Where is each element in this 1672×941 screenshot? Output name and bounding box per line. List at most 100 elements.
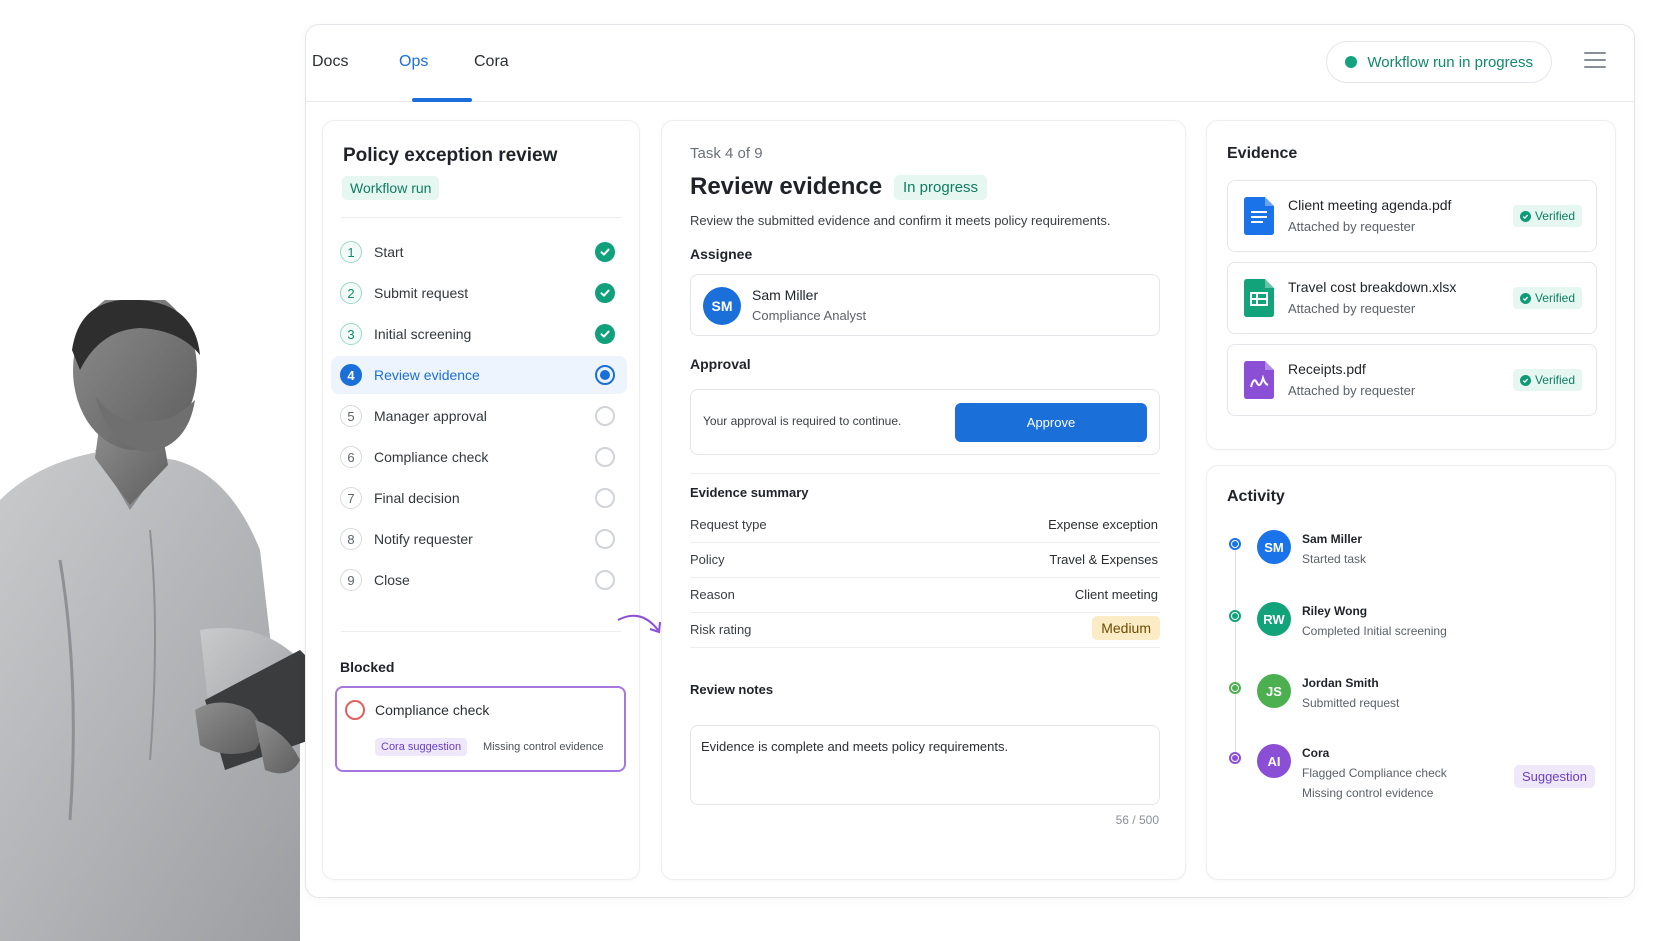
pending-step-icon — [595, 488, 615, 508]
summary-row: Reason Client meeting — [690, 577, 1160, 613]
check-icon — [595, 283, 615, 303]
step-label: Initial screening — [374, 326, 472, 342]
workflow-title: Policy exception review — [343, 145, 558, 166]
step-label: Final decision — [374, 490, 460, 506]
cora-suggestion-tag: Cora suggestion — [375, 738, 468, 756]
step-number: 8 — [340, 528, 362, 550]
workflow-run-badge: Workflow run — [342, 176, 440, 200]
approval-card: Your approval is required to continue. A… — [690, 389, 1160, 455]
top-bar: Docs Ops Cora Workflow run in progress — [306, 25, 1634, 102]
check-icon — [595, 324, 615, 344]
verified-badge: Verified — [1512, 369, 1582, 391]
evidence-title: Evidence — [1227, 145, 1298, 162]
step-label: Close — [374, 572, 410, 588]
review-notes-label: Review notes — [690, 682, 774, 697]
assignee-card[interactable]: SM Sam Miller Compliance Analyst — [690, 274, 1160, 336]
blocked-item-label: Compliance check — [375, 702, 490, 718]
blocked-reason: Missing control evidence — [483, 741, 604, 753]
step-label: Manager approval — [374, 408, 487, 424]
divider — [341, 217, 621, 218]
workflow-step[interactable]: 4 Review evidence — [331, 356, 627, 394]
workflow-step[interactable]: 2 Submit request — [331, 274, 627, 312]
assignee-label: Assignee — [690, 246, 753, 262]
avatar: SM — [1257, 530, 1291, 564]
status-dot-icon — [1345, 56, 1358, 68]
timeline-dot-icon — [1229, 538, 1241, 550]
summary-key: Reason — [690, 587, 735, 602]
workflow-step[interactable]: 3 Initial screening — [331, 315, 627, 353]
file-attached-by: Attached by requester — [1288, 219, 1416, 234]
file-name: Travel cost breakdown.xlsx — [1288, 279, 1457, 295]
verified-check-icon — [1519, 292, 1531, 304]
summary-key: Request type — [690, 517, 767, 532]
check-icon — [595, 242, 615, 262]
pending-step-icon — [595, 406, 615, 426]
activity-panel: Activity SM Sam Miller Started task RW Riley… — [1206, 465, 1616, 880]
approval-text: Your approval is required to continue. — [703, 414, 902, 428]
summary-key: Policy — [690, 552, 725, 567]
file-attached-by: Attached by requester — [1288, 383, 1416, 398]
evidence-file[interactable]: Travel cost breakdown.xlsx Attached by re… — [1227, 262, 1597, 334]
timeline-dot-icon — [1229, 752, 1241, 764]
workflow-step[interactable]: 1 Start — [331, 233, 627, 271]
blocked-status-icon — [345, 700, 365, 720]
step-number: 5 — [340, 405, 362, 427]
tab-cora[interactable]: Cora — [474, 53, 509, 71]
verified-badge: Verified — [1512, 205, 1582, 227]
verified-badge: Verified — [1512, 287, 1582, 309]
workflow-step[interactable]: 6 Compliance check — [331, 438, 627, 476]
task-panel: Task 4 of 9 Review evidence In progress … — [661, 120, 1186, 880]
pending-step-icon — [595, 529, 615, 549]
summary-value: Travel & Expenses — [1049, 552, 1158, 567]
file-attached-by: Attached by requester — [1288, 301, 1416, 316]
step-label: Compliance check — [374, 449, 489, 465]
workflow-step[interactable]: 8 Notify requester — [331, 520, 627, 558]
timeline-dot-icon — [1229, 610, 1241, 622]
workflow-step[interactable]: 9 Close — [331, 561, 627, 599]
tab-docs[interactable]: Docs — [312, 53, 348, 71]
workflow-status-pill[interactable]: Workflow run in progress — [1326, 41, 1552, 83]
timeline-dot-icon — [1229, 682, 1241, 694]
connector-arrow-icon — [617, 614, 661, 634]
file-name: Receipts.pdf — [1288, 361, 1366, 377]
activity-description: Completed Initial screening — [1302, 624, 1447, 638]
activity-actor: Cora — [1302, 746, 1330, 760]
task-status-badge: In progress — [894, 175, 988, 200]
avatar: RW — [1257, 602, 1291, 636]
verified-check-icon — [1519, 210, 1531, 222]
tab-ops[interactable]: Ops — [399, 53, 428, 71]
evidence-file[interactable]: Client meeting agenda.pdf Attached by req… — [1227, 180, 1597, 252]
review-notes-input[interactable] — [690, 725, 1160, 805]
verified-label: Verified — [1534, 209, 1575, 223]
verified-label: Verified — [1534, 373, 1575, 387]
activity-actor: Sam Miller — [1302, 532, 1363, 546]
current-step-icon — [595, 365, 615, 385]
step-number: 6 — [340, 446, 362, 468]
avatar: AI — [1257, 744, 1291, 778]
summary-row: Risk rating Medium — [690, 612, 1160, 648]
notes-char-count: 56 / 500 — [1115, 813, 1159, 827]
step-label: Submit request — [374, 285, 469, 301]
workflow-step[interactable]: 5 Manager approval — [331, 397, 627, 435]
summary-value: Client meeting — [1074, 587, 1158, 602]
step-number: 1 — [340, 241, 362, 263]
approve-button[interactable]: Approve — [955, 403, 1147, 442]
summary-row: Request type Expense exception — [690, 507, 1160, 543]
summary-key: Risk rating — [690, 622, 752, 637]
workflow-step[interactable]: 7 Final decision — [331, 479, 627, 517]
image-file-icon — [1244, 361, 1274, 399]
evidence-summary-label: Evidence summary — [690, 485, 809, 500]
blocked-item-card[interactable]: Compliance check Cora suggestion Missing… — [335, 686, 626, 772]
app-window: Docs Ops Cora Workflow run in progress P… — [305, 24, 1635, 898]
activity-description: Started task — [1302, 552, 1367, 566]
pending-step-icon — [595, 447, 615, 467]
activity-detail: Missing control evidence — [1302, 786, 1434, 800]
evidence-file[interactable]: Receipts.pdf Attached by requester Verifie… — [1227, 344, 1597, 416]
menu-icon[interactable] — [1584, 52, 1606, 70]
step-label: Review evidence — [374, 367, 480, 383]
activity-title: Activity — [1227, 488, 1285, 505]
workflow-panel: Policy exception review Workflow run 1 St… — [322, 120, 640, 880]
suggestion-badge[interactable]: Suggestion — [1513, 765, 1595, 788]
activity-description: Submitted request — [1302, 696, 1400, 710]
avatar: JS — [1257, 674, 1291, 708]
